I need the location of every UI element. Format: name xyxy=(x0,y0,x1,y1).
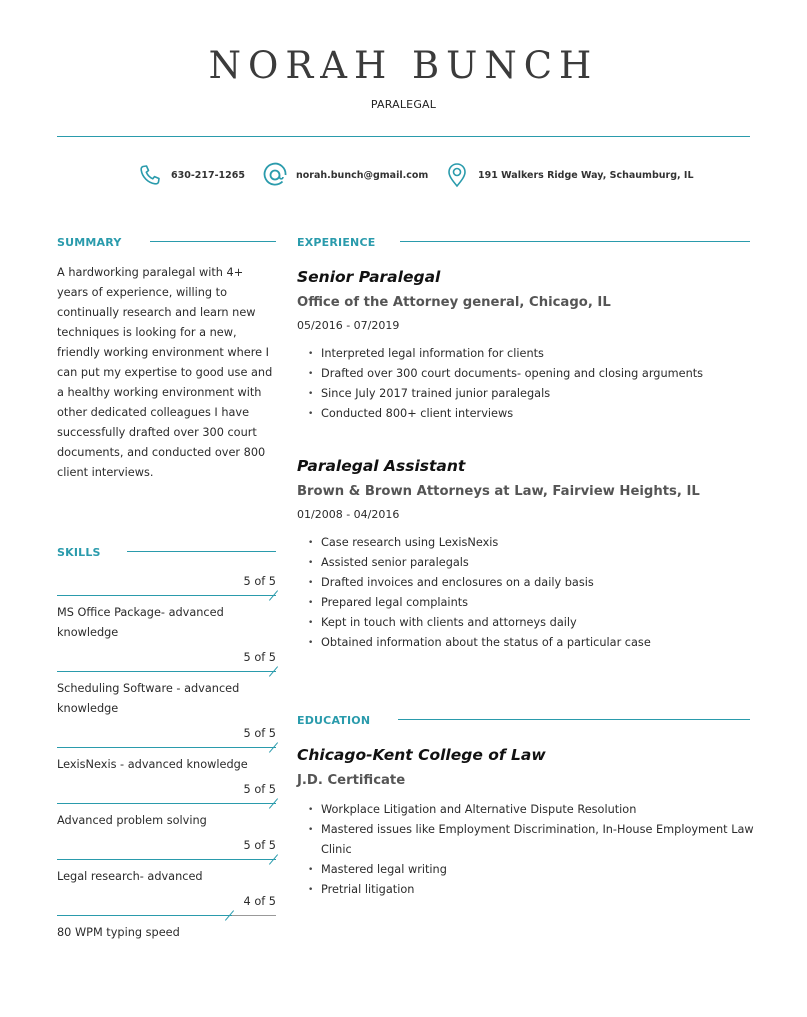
job-dates: 05/2016 - 07/2019 xyxy=(297,319,400,332)
job-organization: Office of the Attorney general, Chicago,… xyxy=(297,295,611,310)
bullet-item: Assisted senior paralegals xyxy=(308,553,761,573)
skill-bar-fill xyxy=(57,915,233,916)
email-text: norah.bunch@gmail.com xyxy=(296,169,429,181)
skills-heading: SKILLS xyxy=(57,546,101,559)
skill-bar-fill xyxy=(57,803,276,804)
job-title-heading: PARALEGAL xyxy=(370,98,437,111)
bullet-item: Pretrial litigation xyxy=(308,880,761,900)
school-name: Chicago-Kent College of Law xyxy=(297,746,546,764)
job-organization: Brown & Brown Attorneys at Law, Fairview… xyxy=(297,484,700,499)
education-bullets: Workplace Litigation and Alternative Dis… xyxy=(297,800,761,900)
bullet-item: Case research using LexisNexis xyxy=(308,533,761,553)
summary-text: A hardworking paralegal with 4+ years of… xyxy=(57,266,273,479)
contact-phone[interactable]: 630-217-1265 xyxy=(137,160,245,190)
contact-bar: 630-217-1265 norah.bunch@gmail.com 191 W… xyxy=(0,160,807,190)
at-sign-icon xyxy=(262,162,288,188)
skill-level-label: 5 of 5 xyxy=(243,839,276,852)
skill-level-bar xyxy=(57,910,276,921)
bullet-item: Interpreted legal information for client… xyxy=(308,344,761,364)
skill-level-label: 5 of 5 xyxy=(243,727,276,740)
skill-level-bar xyxy=(57,590,279,601)
skill-level-bar xyxy=(57,854,279,865)
skill-level-bar xyxy=(57,666,279,677)
summary-divider xyxy=(150,241,276,242)
skill-level-label: 4 of 5 xyxy=(243,895,276,908)
skill-name: LexisNexis - advanced knowledge xyxy=(57,758,248,771)
skill-level-bar xyxy=(57,742,279,753)
job-dates: 01/2008 - 04/2016 xyxy=(297,508,400,521)
job-bullets: Case research using LexisNexis Assisted … xyxy=(297,533,761,653)
skill-name: Advanced problem solving xyxy=(57,814,207,827)
bullet-item: Workplace Litigation and Alternative Dis… xyxy=(308,800,761,820)
contact-email[interactable]: norah.bunch@gmail.com xyxy=(262,160,428,190)
skill-level-label: 5 of 5 xyxy=(243,651,276,664)
skill-level-bar xyxy=(57,798,279,809)
address-text: 191 Walkers Ridge Way, Schaumburg, IL xyxy=(478,169,694,181)
skill-level-label: 5 of 5 xyxy=(243,575,276,588)
experience-divider xyxy=(400,241,750,242)
bullet-item: Since July 2017 trained junior paralegal… xyxy=(308,384,761,404)
header-divider xyxy=(57,136,750,137)
summary-heading: SUMMARY xyxy=(57,236,122,249)
skill-name: Scheduling Software - advanced knowledge xyxy=(57,682,240,715)
bullet-item: Kept in touch with clients and attorneys… xyxy=(308,613,761,633)
phone-icon xyxy=(137,162,163,188)
skill-name: MS Office Package- advanced knowledge xyxy=(57,606,224,639)
bullet-item: Mastered legal writing xyxy=(308,860,761,880)
skill-bar-fill xyxy=(57,595,276,596)
experience-heading: EXPERIENCE xyxy=(297,236,376,249)
skill-name: Legal research- advanced xyxy=(57,870,203,883)
phone-text: 630-217-1265 xyxy=(171,169,245,181)
skill-bar-fill xyxy=(57,859,276,860)
skill-level-label: 5 of 5 xyxy=(243,783,276,796)
job-bullets: Interpreted legal information for client… xyxy=(297,344,761,424)
bullet-item: Drafted invoices and enclosures on a dai… xyxy=(308,573,761,593)
bullet-item: Conducted 800+ client interviews xyxy=(308,404,761,424)
education-heading: EDUCATION xyxy=(297,714,371,727)
bullet-item: Obtained information about the status of… xyxy=(308,633,761,653)
bullet-item: Prepared legal complaints xyxy=(308,593,761,613)
job-title: Paralegal Assistant xyxy=(297,457,466,475)
skill-bar-fill xyxy=(57,671,276,672)
skill-bar-fill xyxy=(57,747,276,748)
education-divider xyxy=(398,719,750,720)
degree: J.D. Certificate xyxy=(297,773,406,788)
contact-address[interactable]: 191 Walkers Ridge Way, Schaumburg, IL xyxy=(444,160,694,190)
bullet-item: Mastered issues like Employment Discrimi… xyxy=(308,820,761,860)
candidate-name: NORAH BUNCH xyxy=(208,44,599,87)
job-title: Senior Paralegal xyxy=(297,268,441,286)
skill-name: 80 WPM typing speed xyxy=(57,926,180,939)
skills-divider xyxy=(127,551,276,552)
map-pin-icon xyxy=(444,162,470,188)
bullet-item: Drafted over 300 court documents- openin… xyxy=(308,364,761,384)
